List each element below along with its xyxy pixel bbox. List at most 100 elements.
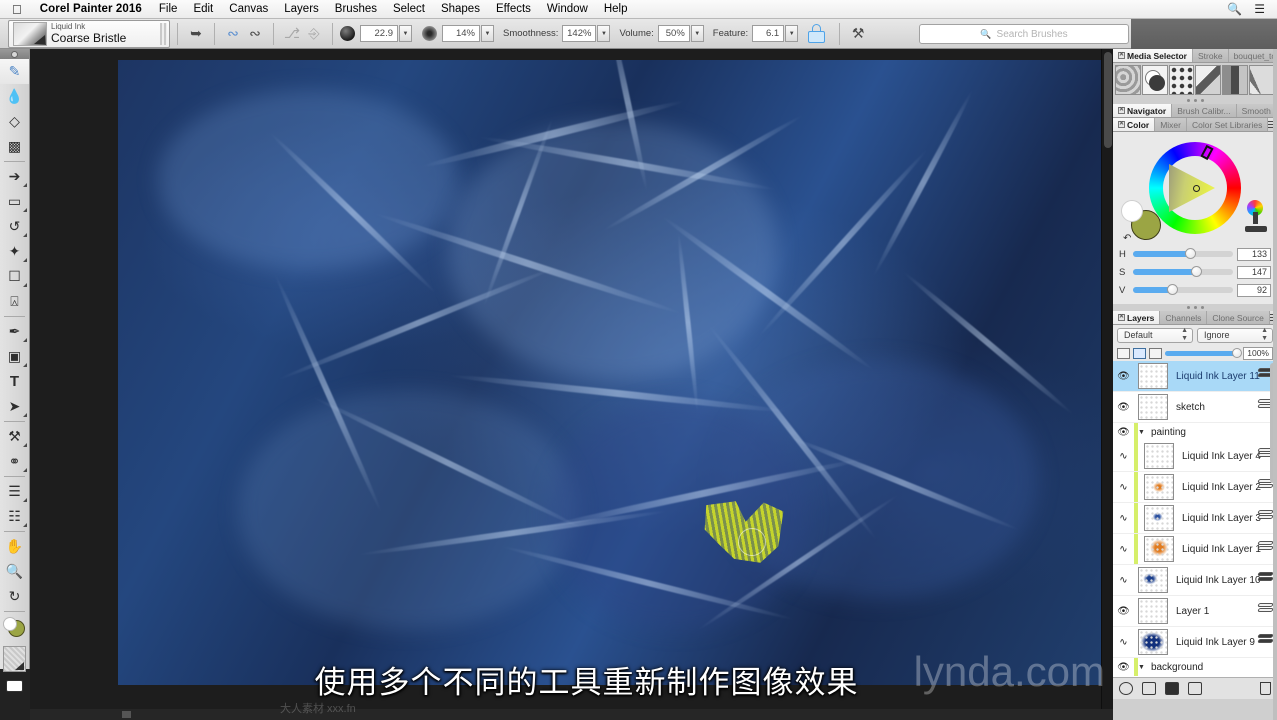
tab-color[interactable]: ✕ Color (1113, 118, 1156, 131)
apple-menu-icon[interactable]:  (6, 3, 31, 16)
paper-texture-thumb[interactable] (1115, 65, 1141, 95)
close-icon[interactable]: ✕ (1118, 52, 1125, 59)
layer-name[interactable]: Liquid Ink Layer 1 (1182, 544, 1261, 555)
layer-visibility-icon[interactable]: 👁 (1113, 606, 1134, 617)
secondary-color-swatch[interactable] (3, 617, 17, 631)
table-row[interactable]: ∿ Liquid Ink Layer 4 (1113, 441, 1277, 472)
tab-color-set-libraries[interactable]: Color Set Libraries (1186, 118, 1269, 131)
tab-bouquet[interactable]: bouquet_to (1228, 49, 1277, 62)
liquid-ink-layer-icon[interactable] (1257, 510, 1274, 520)
layer-lock-button[interactable] (1188, 682, 1202, 695)
tool-layer-adjuster[interactable]: ➔ (0, 164, 29, 189)
pickup-mode-select[interactable]: Ignore ▲ ▼ (1197, 327, 1273, 343)
canvas-area[interactable]: 大人素材 xxx.fn 使用多个不同的工具重新制作图像效果 lynda.com (30, 49, 1113, 720)
tool-brush[interactable]: ✎ (0, 59, 29, 84)
layer-name[interactable]: Layer 1 (1176, 606, 1209, 617)
swap-colors-icon[interactable]: ↶ (1123, 233, 1131, 244)
tool-rotate-page[interactable]: ↻ (0, 584, 29, 609)
saturation-slider[interactable] (1133, 266, 1233, 277)
canvas-vertical-scrollbar[interactable] (1101, 49, 1113, 720)
layer-visibility-icon[interactable]: 👁 (1113, 371, 1134, 382)
brush-size-input[interactable]: 22.9 (360, 25, 398, 42)
brush-opacity-input[interactable]: 14% (442, 25, 480, 42)
tool-divine-proportion[interactable]: ☰ (0, 479, 29, 504)
hue-value[interactable]: 133 (1237, 247, 1271, 261)
layer-visibility-icon[interactable]: ∿ (1113, 482, 1134, 493)
liquid-ink-layer-icon[interactable] (1257, 634, 1274, 644)
brush-size-stepper[interactable]: ▼ (399, 25, 412, 42)
tool-magnifier[interactable]: 🔍 (0, 559, 29, 584)
color-swatches[interactable] (0, 614, 29, 644)
layer-opacity-value[interactable]: 100% (1243, 346, 1273, 360)
list-icon[interactable]: ☰ (1254, 2, 1265, 16)
tab-mixer[interactable]: Mixer (1155, 118, 1187, 131)
tab-smoothing[interactable]: Smooth (1236, 104, 1277, 117)
layer-visibility-icon[interactable]: ∿ (1113, 513, 1134, 524)
layer-visibility-icon[interactable]: ∿ (1113, 637, 1134, 648)
table-row[interactable]: ∿ Liquid Ink Layer 10 (1113, 565, 1277, 596)
tool-paint-bucket[interactable]: ◇ (0, 109, 29, 134)
brush-selector-grip[interactable] (160, 22, 167, 45)
screen-mode-toggle[interactable] (0, 674, 29, 698)
brush-resize-icon[interactable]: ➥ (185, 23, 207, 45)
layer-visibility-icon[interactable]: 👁 (1113, 427, 1134, 438)
close-icon[interactable]: ✕ (1118, 314, 1125, 321)
panel-resize-grip[interactable] (1113, 97, 1277, 104)
stroke-preview-icon[interactable]: ⎆ (303, 23, 325, 45)
menu-item-effects[interactable]: Effects (488, 3, 539, 15)
canvas-horizontal-scrollbar[interactable] (30, 709, 1113, 720)
layer-name[interactable]: Liquid Ink Layer 2 (1182, 482, 1261, 493)
chevron-down-icon[interactable]: ▼ (1138, 429, 1145, 436)
menu-app-name[interactable]: Corel Painter 2016 (31, 3, 151, 15)
blend-mode-select[interactable]: Default ▲ ▼ (1117, 327, 1193, 343)
tab-brush-calibration[interactable]: Brush Calibr... (1172, 104, 1237, 117)
tool-lasso[interactable]: ↺ (0, 214, 29, 239)
layer-list[interactable]: 👁 Liquid Ink Layer 11 👁 sketch 👁 ▼ paint… (1113, 361, 1277, 677)
tool-perspective-grid[interactable]: ☷ (0, 504, 29, 529)
value-slider[interactable] (1133, 284, 1233, 295)
search-icon[interactable]: 🔍 (1227, 2, 1242, 16)
layer-group-row[interactable]: 👁 ▼ background (1113, 658, 1277, 676)
tool-selection-adjuster[interactable]: ☐ (0, 264, 29, 289)
close-icon[interactable]: ✕ (1118, 121, 1125, 128)
tool-mirror[interactable]: ⚭ (0, 449, 29, 474)
feature-input[interactable]: 6.1 (752, 25, 785, 42)
tool-cloner[interactable]: ⚒ (0, 424, 29, 449)
menu-item-window[interactable]: Window (539, 3, 596, 15)
tab-navigator[interactable]: ✕ Navigator (1113, 104, 1173, 117)
value-value[interactable]: 92 (1237, 283, 1271, 297)
tool-grabber[interactable]: ✋ (0, 534, 29, 559)
dab-preview-icon[interactable]: ⎇ (281, 23, 303, 45)
volume-input[interactable]: 50% (657, 25, 690, 42)
table-row[interactable]: ∿ Liquid Ink Layer 2 (1113, 472, 1277, 503)
layer-name[interactable]: sketch (1176, 402, 1205, 413)
artwork-painting[interactable] (118, 60, 1113, 685)
menu-item-help[interactable]: Help (596, 3, 636, 15)
new-layer-button[interactable] (1142, 682, 1156, 695)
table-row[interactable]: ∿ Liquid Ink Layer 9 (1113, 627, 1277, 658)
hue-slider[interactable] (1133, 248, 1233, 259)
table-row[interactable]: ∿ Liquid Ink Layer 3 (1113, 503, 1277, 534)
smoothness-stepper[interactable]: ▼ (597, 25, 611, 42)
preserve-transparency-icon[interactable] (1117, 347, 1130, 359)
layer-composite-icon[interactable] (1149, 347, 1162, 359)
menu-item-file[interactable]: File (151, 3, 186, 15)
brush-opacity-stepper[interactable]: ▼ (481, 25, 494, 42)
liquid-ink-layer-icon[interactable] (1257, 572, 1274, 582)
layer-opacity-slider[interactable] (1165, 347, 1242, 358)
current-colors[interactable]: ↶ (1121, 200, 1161, 244)
paper-texture-selector[interactable] (3, 646, 26, 672)
layer-name[interactable]: Liquid Ink Layer 3 (1182, 513, 1261, 524)
weave-thumb[interactable] (1222, 65, 1249, 95)
volume-stepper[interactable]: ▼ (690, 25, 704, 42)
dynamic-plugins-button[interactable] (1119, 682, 1133, 695)
tool-magic-wand[interactable]: ✦ (0, 239, 29, 264)
menu-item-shapes[interactable]: Shapes (433, 3, 488, 15)
layer-visibility-icon[interactable]: ∿ (1113, 575, 1134, 586)
pick-up-underlying-color-icon[interactable] (1133, 347, 1146, 359)
saturation-value[interactable]: 147 (1237, 265, 1271, 279)
layer-group-name[interactable]: background (1151, 662, 1203, 673)
feature-stepper[interactable]: ▼ (785, 25, 799, 42)
restore-default-variant-icon[interactable]: ⚒ (847, 23, 869, 45)
layer-name[interactable]: Liquid Ink Layer 11 (1176, 371, 1260, 382)
